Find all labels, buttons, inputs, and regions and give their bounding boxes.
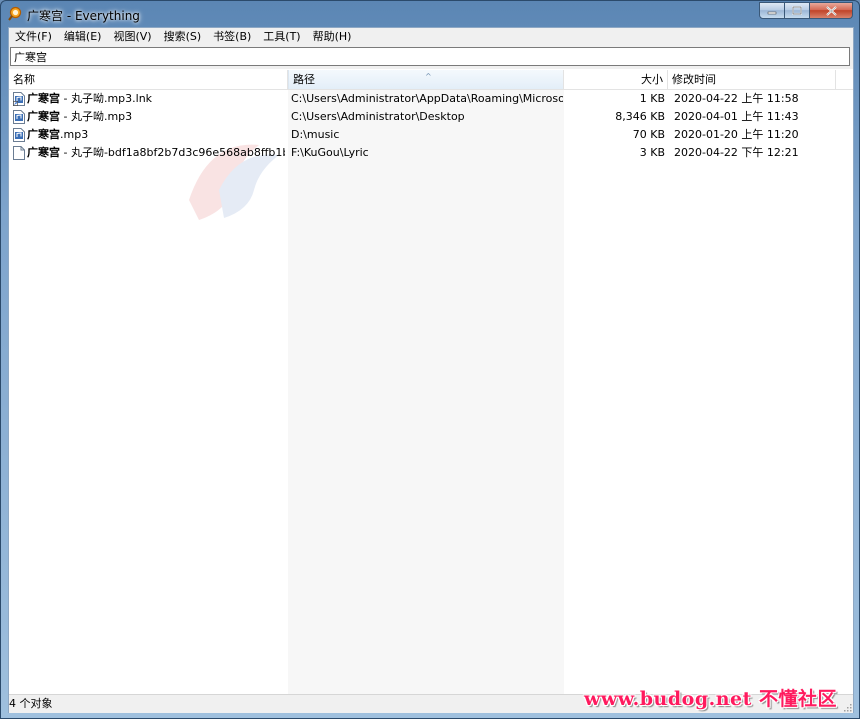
window-title: 广寒宫 - Everything — [27, 9, 140, 23]
file-name-match: 广寒宫 — [27, 146, 60, 159]
minimize-button[interactable] — [759, 2, 785, 19]
minimize-icon — [767, 11, 777, 14]
column-header-path[interactable]: ^ 路径 — [288, 70, 564, 89]
menu-edit[interactable]: 编辑(E) — [58, 28, 108, 46]
menu-help[interactable]: 帮助(H) — [307, 28, 358, 46]
list-item[interactable]: 广寒宫 - 丸子呦.mp3.lnk C:\Users\Administrator… — [9, 90, 853, 108]
audio-file-icon — [13, 128, 25, 142]
search-input[interactable] — [10, 47, 850, 66]
file-name-rest: .mp3 — [60, 128, 89, 141]
file-modified: 2020-04-01 上午 11:43 — [674, 110, 799, 123]
column-header-modified[interactable]: 修改时间 — [668, 70, 836, 89]
column-header-size[interactable]: 大小 — [564, 70, 668, 89]
file-name-match: 广寒宫 — [27, 128, 60, 141]
client-area: 文件(F) 编辑(E) 视图(V) 搜索(S) 书签(B) 工具(T) 帮助(H… — [8, 27, 854, 713]
search-bar — [9, 46, 853, 69]
site-watermark: www.budog.net 不懂社区 — [584, 688, 838, 710]
sort-ascending-icon: ^ — [425, 72, 432, 81]
close-icon — [825, 5, 837, 16]
resize-grip-icon[interactable] — [842, 702, 852, 712]
blank-file-icon — [13, 146, 25, 160]
file-size: 1 KB — [639, 92, 665, 105]
menu-search[interactable]: 搜索(S) — [158, 28, 208, 46]
maximize-icon — [792, 6, 802, 15]
list-item[interactable]: 广寒宫 - 丸子呦.mp3 C:\Users\Administrator\Des… — [9, 108, 853, 126]
close-button[interactable] — [810, 2, 853, 19]
file-path: C:\Users\Administrator\Desktop — [291, 110, 465, 123]
audio-file-icon — [13, 110, 25, 124]
file-modified: 2020-04-22 下午 12:21 — [674, 146, 799, 159]
file-name-rest: - 丸子呦-bdf1a8bf2b7d3c96e568ab8ffb1b... — [60, 146, 285, 159]
menu-file[interactable]: 文件(F) — [9, 28, 58, 46]
list-item[interactable]: 广寒宫.mp3 D:\music 70 KB 2020-01-20 上午 11:… — [9, 126, 853, 144]
menu-view[interactable]: 视图(V) — [107, 28, 157, 46]
sorted-column-highlight — [288, 90, 564, 694]
menu-tools[interactable]: 工具(T) — [257, 28, 306, 46]
file-name-match: 广寒宫 — [27, 92, 60, 105]
column-header: 名称 ^ 路径 大小 修改时间 — [9, 70, 853, 90]
maximize-button[interactable] — [785, 2, 810, 19]
caption-buttons — [759, 2, 853, 20]
file-size: 70 KB — [632, 128, 665, 141]
audio-shortcut-icon — [13, 92, 25, 106]
file-path: F:\KuGou\Lyric — [291, 146, 369, 159]
file-modified: 2020-01-20 上午 11:20 — [674, 128, 799, 141]
file-name-rest: - 丸子呦.mp3.lnk — [60, 92, 153, 105]
file-modified: 2020-04-22 上午 11:58 — [674, 92, 799, 105]
menu-bookmarks[interactable]: 书签(B) — [207, 28, 257, 46]
file-name-match: 广寒宫 — [27, 110, 60, 123]
column-header-name[interactable]: 名称 — [9, 70, 288, 89]
file-path: D:\music — [291, 128, 340, 141]
status-object-count: 4 个对象 — [9, 697, 53, 710]
file-path: C:\Users\Administrator\AppData\Roaming\M… — [291, 92, 563, 105]
file-size: 3 KB — [639, 146, 665, 159]
title-bar[interactable]: 广寒宫 - Everything — [1, 1, 859, 27]
menu-bar: 文件(F) 编辑(E) 视图(V) 搜索(S) 书签(B) 工具(T) 帮助(H… — [9, 28, 853, 46]
everything-app-icon — [8, 6, 22, 21]
list-item[interactable]: 广寒宫 - 丸子呦-bdf1a8bf2b7d3c96e568ab8ffb1b..… — [9, 144, 853, 162]
results-list[interactable]: 名称 ^ 路径 大小 修改时间 广寒宫 - 丸子呦.mp3.lnk C:\Use… — [9, 70, 853, 694]
everything-window: 广寒宫 - Everything 文件(F) 编辑(E) 视图(V) 搜索(S)… — [0, 0, 860, 719]
file-size: 8,346 KB — [615, 110, 665, 123]
file-name-rest: - 丸子呦.mp3 — [60, 110, 133, 123]
